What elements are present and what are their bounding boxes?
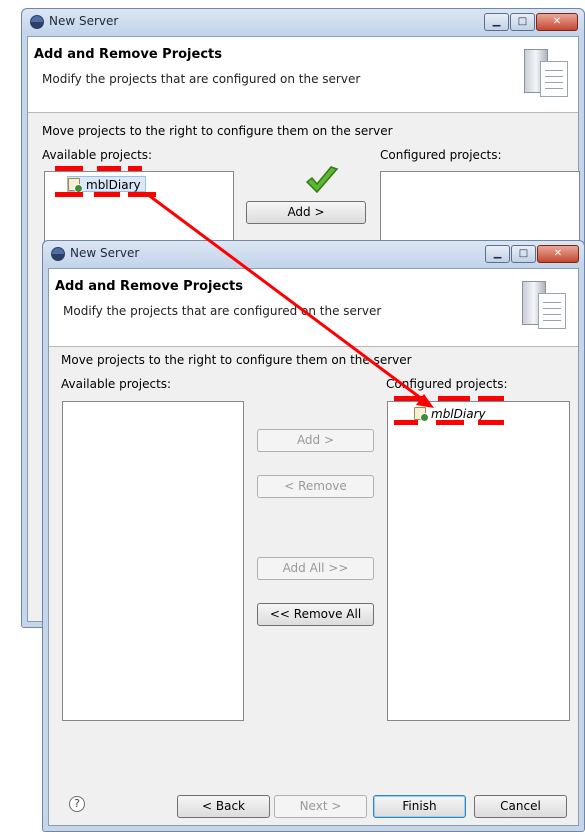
annotation-arrow: [146, 192, 434, 408]
